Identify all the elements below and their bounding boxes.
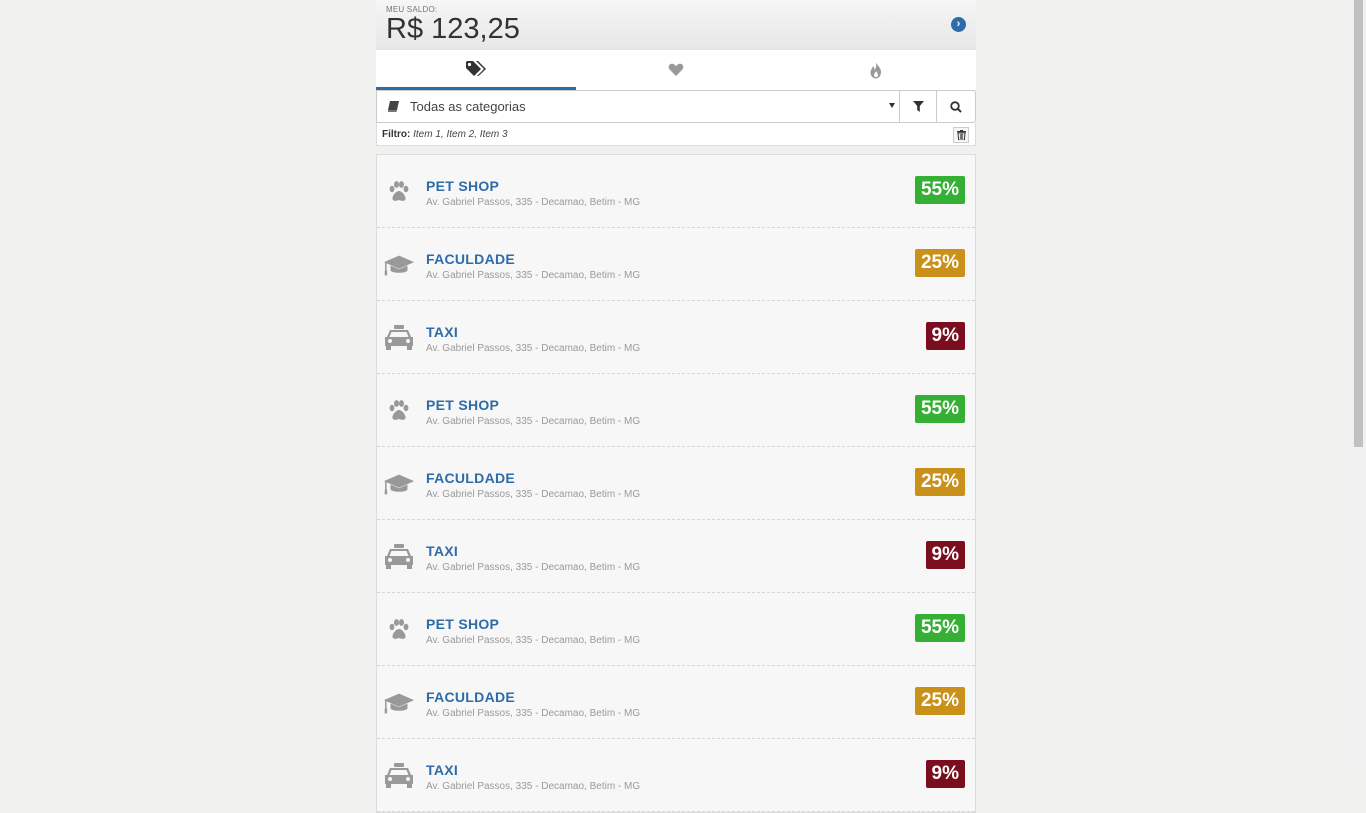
taxi-icon — [383, 542, 415, 572]
offer-name[interactable]: TAXI — [426, 543, 458, 559]
heart-icon — [668, 63, 684, 76]
tab-hot[interactable] — [776, 50, 976, 90]
paw-icon — [383, 177, 415, 207]
offer-address: Av. Gabriel Passos, 335 - Decamao, Betim… — [426, 343, 641, 354]
search-button[interactable] — [936, 90, 976, 123]
graduation-cap-icon — [383, 469, 415, 499]
tab-offers[interactable] — [376, 50, 576, 90]
offer-row[interactable]: PET SHOP Av. Gabriel Passos, 335 - Decama… — [377, 593, 975, 666]
discount-badge: 25% — [914, 249, 965, 277]
balance-amount: R$ 123,25 — [386, 13, 520, 45]
offer-name[interactable]: PET SHOP — [426, 397, 499, 413]
discount-badge: 25% — [914, 687, 965, 715]
offer-name[interactable]: FACULDADE — [426, 251, 515, 267]
offer-address: Av. Gabriel Passos, 335 - Decamao, Betim… — [426, 781, 641, 792]
offer-address: Av. Gabriel Passos, 335 - Decamao, Betim… — [426, 416, 641, 427]
tags-icon — [466, 60, 486, 76]
category-select[interactable]: Todas as categorias — [376, 90, 901, 123]
offer-list: PET SHOP Av. Gabriel Passos, 335 - Decama… — [376, 154, 976, 813]
offer-address: Av. Gabriel Passos, 335 - Decamao, Betim… — [426, 489, 641, 500]
discount-badge: 9% — [925, 541, 965, 569]
offer-name[interactable]: PET SHOP — [426, 178, 499, 194]
offer-row[interactable]: FACULDADE Av. Gabriel Passos, 335 - Decam… — [377, 228, 975, 301]
search-icon — [950, 100, 962, 113]
filter-bar: Todas as categorias — [376, 90, 976, 123]
paw-icon — [383, 396, 415, 426]
offer-name[interactable]: PET SHOP — [426, 616, 499, 632]
category-select-value: Todas as categorias — [410, 99, 526, 114]
graduation-cap-icon — [383, 250, 415, 280]
trash-icon — [956, 130, 966, 140]
discount-badge: 55% — [914, 176, 965, 204]
caret-down-icon — [889, 103, 896, 108]
taxi-icon — [383, 761, 415, 791]
graduation-cap-icon — [383, 688, 415, 718]
offer-row[interactable]: PET SHOP Av. Gabriel Passos, 335 - Decama… — [377, 374, 975, 447]
fire-icon — [870, 61, 881, 78]
tab-favorites[interactable] — [576, 50, 776, 90]
offer-row[interactable]: TAXI Av. Gabriel Passos, 335 - Decamao, B… — [377, 301, 975, 374]
offer-address: Av. Gabriel Passos, 335 - Decamao, Betim… — [426, 270, 641, 281]
offer-row[interactable]: FACULDADE Av. Gabriel Passos, 335 - Decam… — [377, 666, 975, 739]
filter-button[interactable] — [899, 90, 938, 123]
offer-name[interactable]: FACULDADE — [426, 470, 515, 486]
chevron-right-icon[interactable]: › — [951, 17, 966, 32]
offer-row[interactable]: FACULDADE Av. Gabriel Passos, 335 - Decam… — [377, 447, 975, 520]
tab-bar — [376, 50, 976, 90]
active-filters: Filtro: Item 1, Item 2, Item 3 — [376, 123, 976, 146]
book-icon — [388, 101, 399, 112]
offer-address: Av. Gabriel Passos, 335 - Decamao, Betim… — [426, 635, 641, 646]
page-scrollbar[interactable] — [1351, 0, 1366, 768]
discount-badge: 25% — [914, 468, 965, 496]
discount-badge: 55% — [914, 395, 965, 423]
offer-address: Av. Gabriel Passos, 335 - Decamao, Betim… — [426, 197, 641, 208]
discount-badge: 9% — [925, 760, 965, 788]
discount-badge: 55% — [914, 614, 965, 642]
offer-address: Av. Gabriel Passos, 335 - Decamao, Betim… — [426, 562, 641, 573]
active-filters-value: Item 1, Item 2, Item 3 — [413, 129, 508, 140]
balance-header: MEU SALDO: R$ 123,25 › — [376, 0, 976, 50]
app-container: MEU SALDO: R$ 123,25 › Todas as categori… — [376, 0, 976, 813]
filter-icon — [912, 101, 924, 112]
offer-address: Av. Gabriel Passos, 335 - Decamao, Betim… — [426, 708, 641, 719]
offer-name[interactable]: TAXI — [426, 324, 458, 340]
paw-icon — [383, 615, 415, 645]
offer-row[interactable]: TAXI Av. Gabriel Passos, 335 - Decamao, B… — [377, 520, 975, 593]
offer-row[interactable]: TAXI Av. Gabriel Passos, 335 - Decamao, B… — [377, 739, 975, 812]
offer-name[interactable]: TAXI — [426, 762, 458, 778]
taxi-icon — [383, 323, 415, 353]
discount-badge: 9% — [925, 322, 965, 350]
clear-filters-button[interactable] — [953, 127, 969, 143]
offer-name[interactable]: FACULDADE — [426, 689, 515, 705]
active-filters-label: Filtro: — [382, 129, 411, 140]
offer-row[interactable]: PET SHOP Av. Gabriel Passos, 335 - Decama… — [377, 155, 975, 228]
scrollbar-thumb[interactable] — [1354, 0, 1363, 447]
